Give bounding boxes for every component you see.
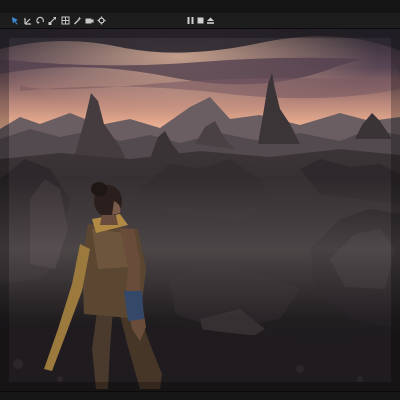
stop-icon[interactable] (196, 16, 205, 25)
select-arrow-icon[interactable] (11, 16, 20, 25)
viewport-toolbar (0, 13, 400, 29)
eject-icon[interactable] (206, 16, 215, 25)
game-viewport[interactable] (0, 29, 400, 391)
scale-icon[interactable] (48, 16, 57, 25)
mist (0, 179, 400, 319)
rotate-icon[interactable] (36, 16, 45, 25)
translate-icon[interactable] (24, 16, 33, 25)
camera-icon[interactable] (85, 16, 94, 25)
pause-icon[interactable] (186, 16, 195, 25)
grid-icon[interactable] (61, 16, 70, 25)
wand-icon[interactable] (73, 16, 82, 25)
settings-icon[interactable] (97, 16, 106, 25)
status-bar (0, 391, 400, 400)
title-bar (0, 0, 400, 13)
